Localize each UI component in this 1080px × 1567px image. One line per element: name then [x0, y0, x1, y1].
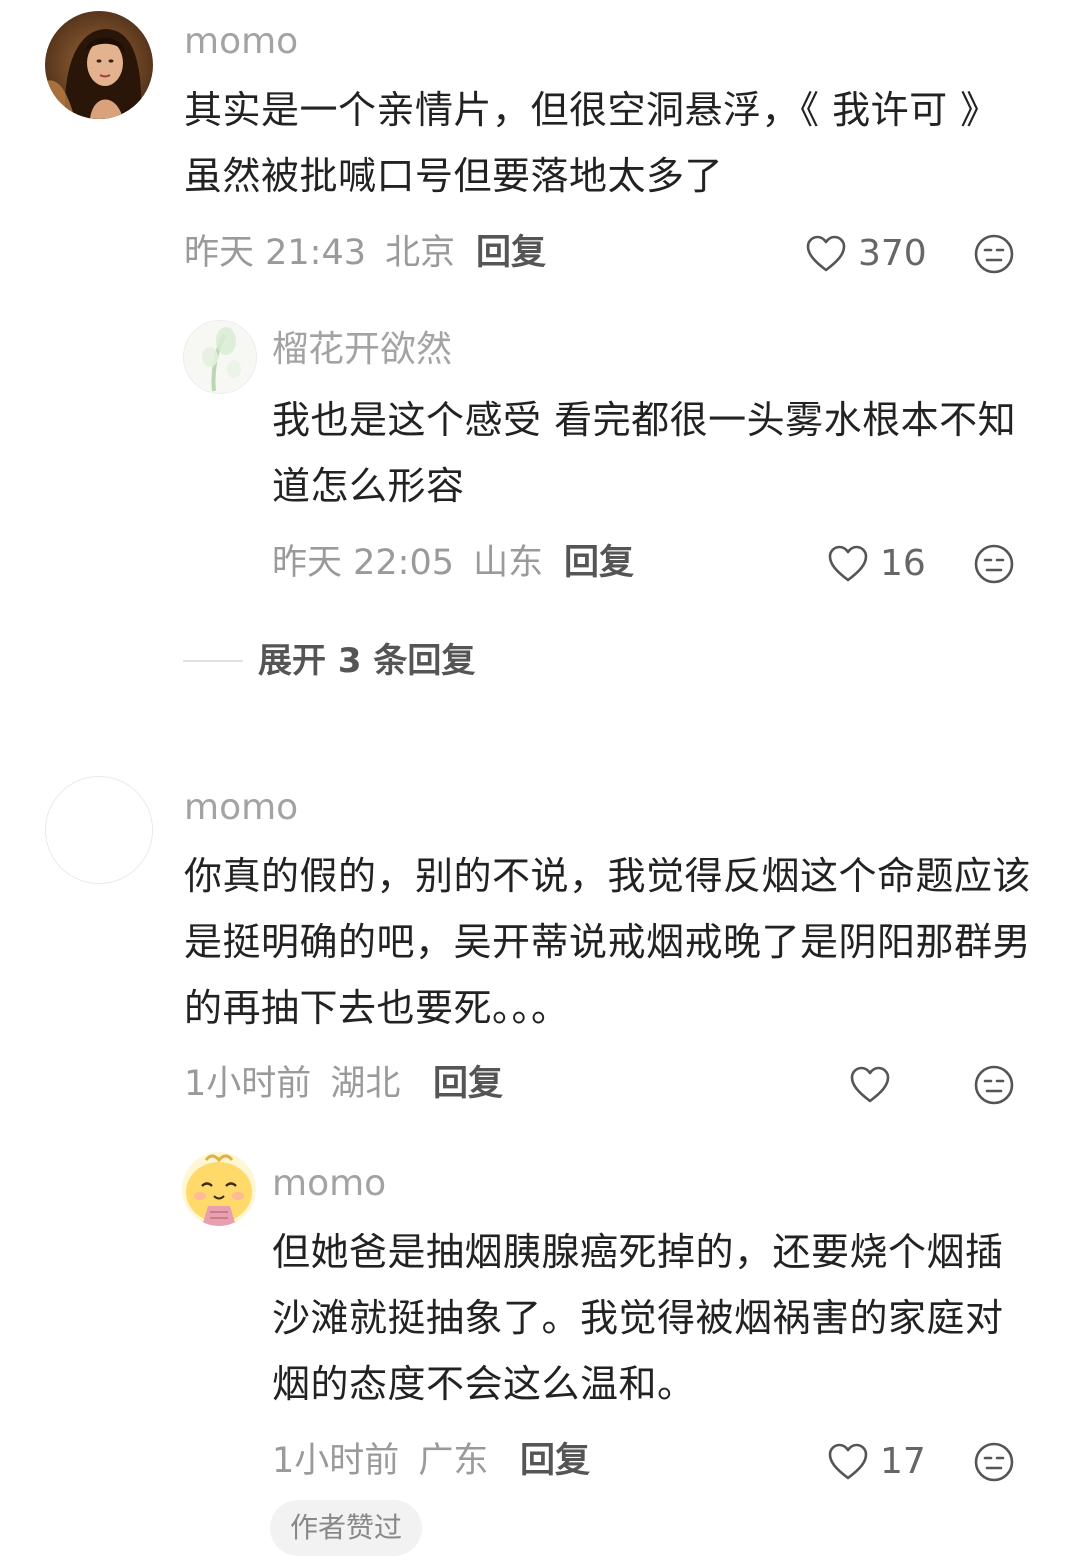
time: 1小时前 [272, 1441, 400, 1481]
expand-divider [183, 660, 243, 662]
timestamp: 1小时前 湖北 [184, 1067, 400, 1102]
reply-text: 我也是这个感受 看完都很一头雾水根本不知道怎么形容 [272, 398, 1017, 508]
avatar[interactable] [45, 776, 153, 884]
comment-text: 你真的假的，别的不说，我觉得反烟这个命题应该是挺明确的吧，吴开蒂说戒烟戒晚了是阴… [184, 854, 1032, 1030]
emoji-reaction-icon[interactable] [972, 542, 1016, 586]
reply-button[interactable]: 回复 [476, 236, 546, 271]
location: 山东 [473, 543, 544, 583]
timestamp: 昨天 22:05 山东 [272, 546, 543, 581]
heart-icon[interactable] [804, 232, 848, 276]
username[interactable]: 榴花开欲然 [272, 332, 452, 368]
blank-avatar-icon [46, 777, 152, 883]
location: 北京 [385, 233, 456, 273]
username[interactable]: momo [184, 24, 298, 60]
heart-icon[interactable] [848, 1063, 892, 1107]
expand-replies-button[interactable]: 展开 3 条回复 [258, 644, 475, 678]
timestamp: 昨天 21:43 北京 [184, 236, 455, 271]
like-count: 17 [880, 1441, 926, 1482]
reply-button[interactable]: 回复 [564, 546, 634, 581]
reply-button[interactable]: 回复 [520, 1444, 590, 1479]
username[interactable]: momo [272, 1166, 386, 1202]
location: 湖北 [330, 1064, 401, 1104]
comment-item: momo 你真的假的，别的不说，我觉得反烟这个命题应该是挺明确的吧，吴开蒂说戒烟… [0, 760, 1080, 1567]
time: 1小时前 [184, 1064, 312, 1104]
avatar[interactable] [45, 11, 153, 119]
heart-icon[interactable] [826, 542, 870, 586]
heart-icon[interactable] [826, 1440, 870, 1484]
emoji-reaction-icon[interactable] [972, 232, 1016, 276]
username[interactable]: momo [184, 790, 298, 826]
emoji-reaction-icon[interactable] [972, 1440, 1016, 1484]
time: 昨天 21:43 [184, 233, 366, 273]
like-count: 16 [880, 543, 926, 584]
timestamp: 1小时前 广东 [272, 1444, 488, 1479]
cartoon-chick-icon [182, 1152, 256, 1226]
location: 广东 [418, 1441, 489, 1481]
comment-text: 其实是一个亲情片，但很空洞悬浮，《 我许可 》虽然被批喊口号但要落地太多了 [184, 88, 980, 198]
emoji-reaction-icon[interactable] [972, 1063, 1016, 1107]
time: 昨天 22:05 [272, 543, 454, 583]
avatar[interactable] [183, 320, 257, 394]
faded-flower-icon [184, 321, 256, 393]
avatar[interactable] [182, 1152, 256, 1226]
comment-item: momo 其实是一个亲情片，但很空洞悬浮，《 我许可 》虽然被批喊口号但要落地太… [0, 0, 1080, 700]
portrait-photo-icon [45, 11, 153, 119]
reply-button[interactable]: 回复 [433, 1067, 503, 1102]
author-liked-badge: 作者赞过 [270, 1500, 423, 1556]
reply-text: 但她爸是抽烟胰腺癌死掉的，还要烧个烟插沙滩就挺抽象了。我觉得被烟祸害的家庭对烟的… [272, 1230, 1004, 1406]
like-count: 370 [858, 233, 927, 274]
